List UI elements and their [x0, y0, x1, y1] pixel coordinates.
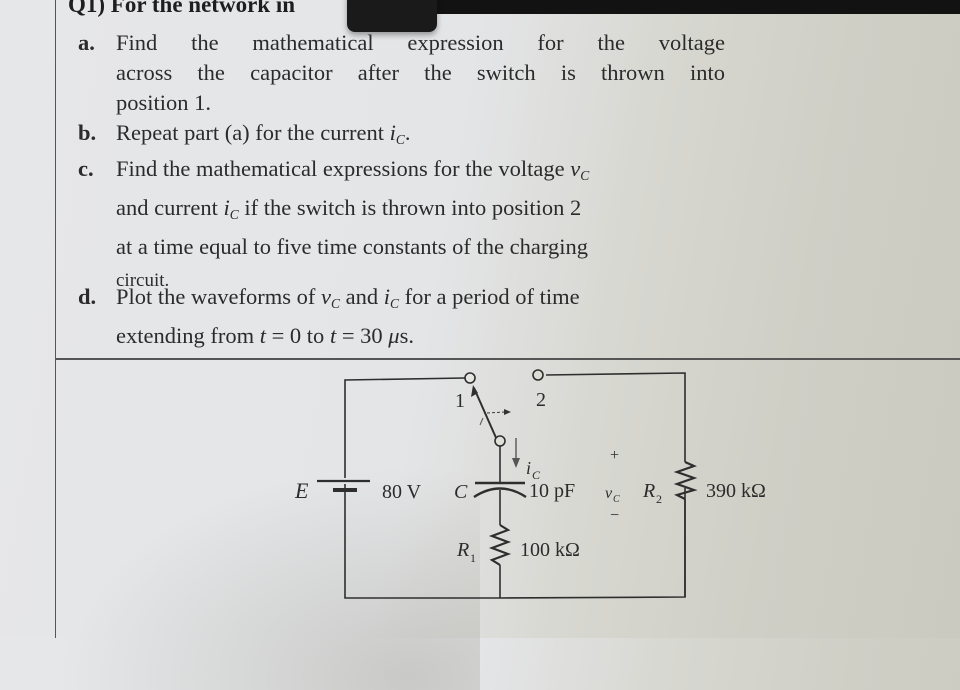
switch-motion-dash: [486, 411, 506, 414]
switch-terminal-2: [532, 369, 544, 381]
r1-name-label: R: [456, 539, 469, 561]
vc-name-label: v: [605, 485, 613, 502]
vc-subscript: C: [613, 494, 620, 505]
vc-minus-sign: −: [610, 507, 619, 524]
battery-symbol: [317, 478, 370, 492]
switch-motion-arrow: [504, 409, 511, 415]
switch-pos1-label: 1: [455, 390, 465, 412]
switch-symbol: [464, 369, 544, 447]
r1-value-label: 100 kΩ: [520, 539, 580, 561]
switch-arm: [473, 387, 498, 441]
r1-subscript: 1: [470, 551, 476, 565]
switch-pos2-label: 2: [536, 389, 546, 411]
source-name-label: E: [294, 478, 309, 503]
capacitor-value-label: 10 pF: [529, 480, 575, 502]
r2-name-label: R: [642, 480, 655, 502]
source-value-label: 80 V: [382, 481, 422, 503]
current-arrow-icon: [512, 438, 520, 468]
vc-plus-sign: +: [610, 447, 619, 464]
circuit-diagram: E 80 V 1 2 i C C 10 pF R 1 100 kΩ + v C …: [294, 369, 766, 599]
capacitor-name-label: C: [454, 481, 468, 503]
capacitor-current-label: i: [526, 458, 531, 478]
resistor-r1-symbol: [488, 524, 512, 566]
r2-subscript: 2: [656, 492, 662, 506]
switch-terminal-1: [464, 372, 476, 384]
switch-tick: [479, 417, 484, 426]
resistor-r2-symbol: [673, 460, 698, 500]
r2-value-label: 390 kΩ: [706, 480, 766, 502]
wire-left-loop: [344, 377, 500, 599]
switch-pivot: [494, 435, 506, 447]
